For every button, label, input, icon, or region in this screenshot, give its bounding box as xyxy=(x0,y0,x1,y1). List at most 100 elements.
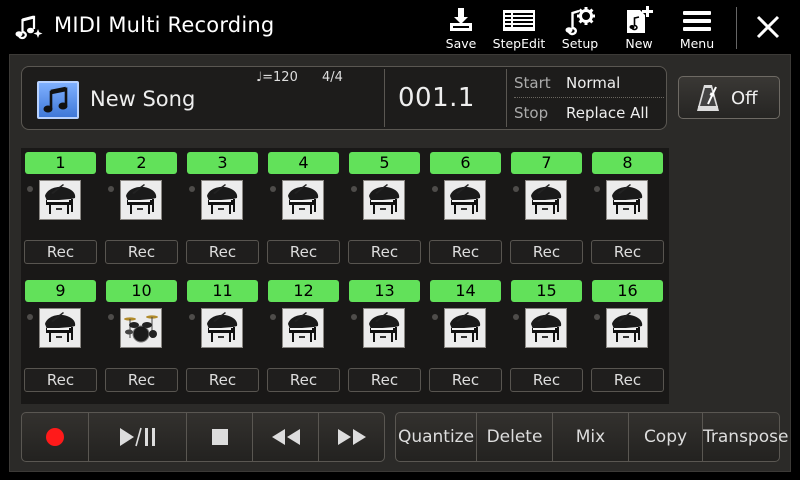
voice-button[interactable] xyxy=(525,308,567,348)
rec-button[interactable]: Rec xyxy=(348,368,421,392)
channel-number-button[interactable]: 16 xyxy=(592,280,663,302)
rewind-button[interactable] xyxy=(252,413,318,461)
song-name: New Song xyxy=(90,87,196,111)
channel-number-button[interactable]: 15 xyxy=(511,280,582,302)
mix-button[interactable]: Mix xyxy=(552,413,628,461)
close-button[interactable] xyxy=(746,6,790,48)
channel-indicator xyxy=(270,314,276,320)
voice-button[interactable] xyxy=(282,308,324,348)
voice-button[interactable] xyxy=(606,308,648,348)
rec-button[interactable]: Rec xyxy=(186,368,259,392)
rec-button[interactable]: Rec xyxy=(429,368,502,392)
menu-button[interactable]: Menu xyxy=(669,4,725,54)
song-position: 001.1 xyxy=(398,83,475,113)
voice-button[interactable] xyxy=(363,308,405,348)
play-pause-button[interactable] xyxy=(88,413,186,461)
channel-strip: 5 Rec xyxy=(345,148,426,276)
channel-number-button[interactable]: 2 xyxy=(106,152,177,174)
grand-piano-icon xyxy=(612,184,643,214)
channel-number-button[interactable]: 12 xyxy=(268,280,339,302)
metronome-icon xyxy=(697,85,719,111)
save-icon xyxy=(450,8,472,31)
channel-strip: 3 Rec xyxy=(183,148,264,276)
voice-button[interactable] xyxy=(444,308,486,348)
stop-button[interactable] xyxy=(186,413,252,461)
copy-button[interactable]: Copy xyxy=(628,413,702,461)
metronome-button[interactable]: Off xyxy=(678,76,780,119)
transpose-button[interactable]: Transpose xyxy=(702,413,788,461)
rec-button[interactable]: Rec xyxy=(591,368,664,392)
voice-button[interactable] xyxy=(282,180,324,220)
rec-button[interactable]: Rec xyxy=(105,240,178,264)
channel-number-button[interactable]: 6 xyxy=(430,152,501,174)
quantize-button[interactable]: Quantize xyxy=(396,413,476,461)
channel-strip: 7 Rec xyxy=(507,148,588,276)
rec-button[interactable]: Rec xyxy=(510,368,583,392)
voice-button[interactable] xyxy=(201,308,243,348)
channel-indicator xyxy=(27,186,33,192)
rec-button[interactable]: Rec xyxy=(591,240,664,264)
grand-piano-icon xyxy=(126,184,157,214)
channel-number-button[interactable]: 11 xyxy=(187,280,258,302)
main-panel: New Song ♩=120 4/4 001.1 Start Normal St… xyxy=(9,54,791,472)
voice-button[interactable] xyxy=(606,180,648,220)
channel-number-button[interactable]: 4 xyxy=(268,152,339,174)
channel-number-button[interactable]: 9 xyxy=(25,280,96,302)
grand-piano-icon xyxy=(45,312,76,342)
new-button[interactable]: New xyxy=(611,4,667,54)
channel-strip: 6 Rec xyxy=(426,148,507,276)
channel-strip: 13 Rec xyxy=(345,276,426,404)
channel-number-button[interactable]: 5 xyxy=(349,152,420,174)
delete-button[interactable]: Delete xyxy=(476,413,552,461)
rec-button[interactable]: Rec xyxy=(24,368,97,392)
grand-piano-icon xyxy=(369,312,400,342)
rec-button[interactable]: Rec xyxy=(186,240,259,264)
rec-button[interactable]: Rec xyxy=(105,368,178,392)
step-edit-label: StepEdit xyxy=(492,36,546,51)
rec-button[interactable]: Rec xyxy=(24,240,97,264)
channel-indicator xyxy=(108,314,114,320)
voice-button[interactable] xyxy=(525,180,567,220)
channel-number-button[interactable]: 3 xyxy=(187,152,258,174)
channel-number-button[interactable]: 1 xyxy=(25,152,96,174)
song-info-panel[interactable]: New Song ♩=120 4/4 001.1 Start Normal St… xyxy=(21,66,667,130)
channel-strip: 12 Rec xyxy=(264,276,345,404)
start-mode[interactable]: Start Normal xyxy=(514,69,664,98)
setup-icon xyxy=(565,7,595,36)
voice-button[interactable] xyxy=(363,180,405,220)
step-edit-button[interactable]: StepEdit xyxy=(491,4,547,54)
rec-button[interactable]: Rec xyxy=(510,240,583,264)
grand-piano-icon xyxy=(531,312,562,342)
save-button[interactable]: Save xyxy=(433,4,489,54)
voice-button[interactable] xyxy=(39,308,81,348)
voice-button[interactable] xyxy=(120,308,162,348)
channel-strip: 1 Rec xyxy=(21,148,102,276)
divider xyxy=(506,69,507,127)
setup-button[interactable]: Setup xyxy=(552,4,608,54)
tempo-display: ♩=120 xyxy=(256,70,298,85)
save-label: Save xyxy=(445,36,477,51)
stop-mode[interactable]: Stop Replace All xyxy=(514,99,664,128)
close-icon xyxy=(756,15,780,39)
voice-button[interactable] xyxy=(120,180,162,220)
channel-number-button[interactable]: 8 xyxy=(592,152,663,174)
channel-number-button[interactable]: 7 xyxy=(511,152,582,174)
channel-strip: 10 Rec xyxy=(102,276,183,404)
record-button[interactable] xyxy=(22,413,88,461)
channel-number-button[interactable]: 10 xyxy=(106,280,177,302)
voice-button[interactable] xyxy=(201,180,243,220)
rec-button[interactable]: Rec xyxy=(267,240,340,264)
voice-button[interactable] xyxy=(444,180,486,220)
channel-number-button[interactable]: 13 xyxy=(349,280,420,302)
channel-number-button[interactable]: 14 xyxy=(430,280,501,302)
channel-indicator xyxy=(513,314,519,320)
voice-button[interactable] xyxy=(39,180,81,220)
rec-button[interactable]: Rec xyxy=(348,240,421,264)
fast-forward-button[interactable] xyxy=(318,413,384,461)
grand-piano-icon xyxy=(288,312,319,342)
channel-indicator xyxy=(189,186,195,192)
rec-button[interactable]: Rec xyxy=(267,368,340,392)
stop-value: Replace All xyxy=(566,104,649,122)
rec-button[interactable]: Rec xyxy=(429,240,502,264)
title-bar: MIDI Multi Recording Save StepEdit Setup… xyxy=(0,0,800,54)
